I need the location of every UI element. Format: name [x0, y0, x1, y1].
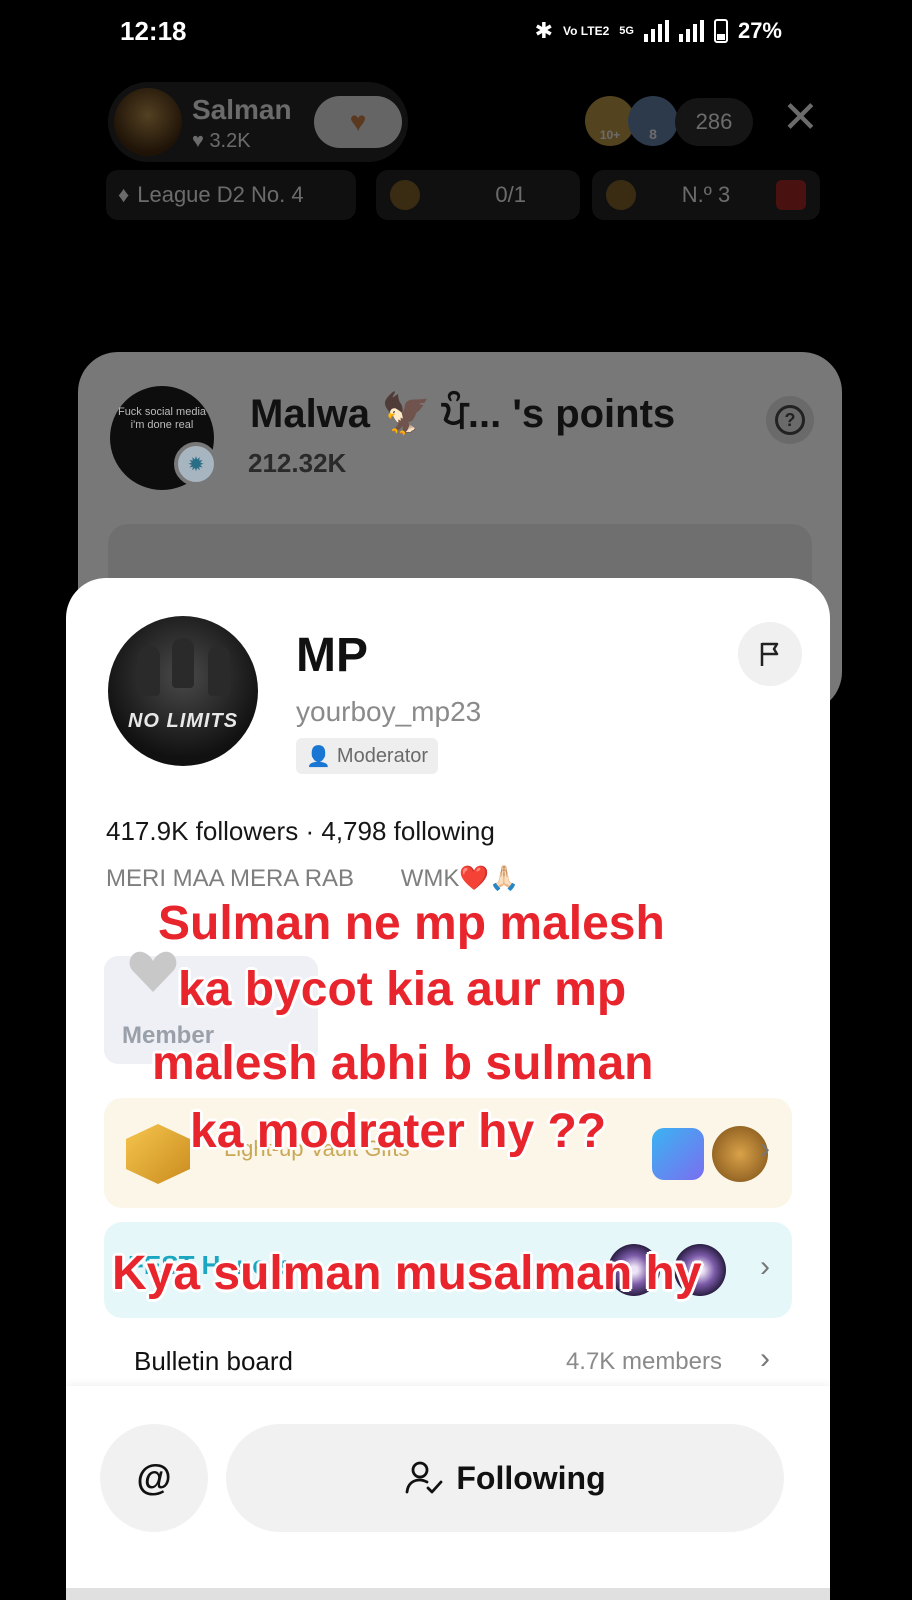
mention-button[interactable]: @	[100, 1424, 208, 1532]
gift-goal-chip[interactable]: 0/1	[376, 170, 580, 220]
flag-icon	[760, 642, 779, 666]
live-header: Salman ♥ 3.2K ♥ 10+ 8 286 ✕ ♦ League D2 …	[0, 70, 912, 230]
status-icons: ✱ Vo LTE2 5G 27%	[535, 18, 782, 44]
avatar-figure	[172, 638, 194, 688]
profile-bio: MERI MAA MERA RAB WMK❤️🙏🏻	[106, 865, 520, 892]
avatar-figure	[138, 646, 160, 696]
bulletin-count: 4.7K members	[565, 1348, 722, 1375]
overlay-caption-line: malesh abhi b sulman	[152, 1037, 654, 1090]
bluetooth-icon: ✱	[534, 18, 554, 43]
overlay-caption-line: Kya sulman musalman hy	[112, 1247, 702, 1300]
moderator-badge: 👤 Moderator	[296, 738, 439, 774]
vault-cube-icon	[126, 1124, 190, 1184]
network-type: 5G	[619, 25, 634, 37]
following-button[interactable]: Following	[226, 1424, 784, 1532]
volte-indicator: Vo LTE2	[563, 24, 610, 38]
follow-heart-button[interactable]: ♥	[314, 96, 402, 148]
overlay-caption-line: ka modrater hy ??	[190, 1105, 607, 1158]
gear-badge-icon: ✹	[174, 442, 218, 486]
diamond-icon: ♦	[118, 182, 130, 207]
host-info[interactable]: Salman ♥ 3.2K ♥	[108, 82, 408, 162]
top-viewer-avatar-2[interactable]: 8	[628, 96, 678, 146]
following-label: Following	[456, 1459, 606, 1496]
bulletin-label: Bulletin board	[134, 1346, 293, 1376]
avatar-figure	[208, 646, 230, 696]
viewer-count[interactable]: 286	[675, 98, 753, 146]
treasure-icon	[775, 180, 806, 210]
following-count[interactable]: 4,798 following	[321, 816, 494, 846]
chevron-right-icon: ›	[760, 1342, 770, 1375]
overlay-caption-line: Sulman ne mp malesh	[158, 897, 665, 950]
chevron-right-icon: ›	[760, 1132, 770, 1165]
rank-label: N.º 3	[681, 182, 731, 207]
league-chip[interactable]: ♦ League D2 No. 4	[106, 170, 356, 220]
gift-progress: 0/1	[495, 182, 526, 207]
overlay-caption-line: ka bycot kia aur mp	[178, 963, 627, 1016]
stats-separator: ·	[305, 816, 322, 846]
profile-handle: yourboy_mp23	[296, 696, 482, 727]
points-value: 212.32K	[248, 448, 347, 478]
status-time: 12:18	[120, 16, 187, 46]
followers-count[interactable]: 417.9K followers	[106, 816, 298, 846]
home-indicator-strip	[66, 1588, 830, 1600]
lion-gift-icon	[390, 180, 420, 210]
signal-icon-2	[678, 20, 704, 42]
action-bar: @ Following	[66, 1386, 830, 1600]
host-avatar[interactable]	[114, 88, 182, 156]
host-name: Salman	[192, 94, 292, 125]
battery-percent: 27%	[737, 18, 782, 43]
moderator-icon: 👤	[306, 745, 331, 768]
avatar-text: NO LIMITS	[127, 710, 239, 732]
close-icon[interactable]: ✕	[782, 94, 819, 142]
user-check-icon	[405, 1461, 443, 1494]
league-label: League D2 No. 4	[137, 182, 304, 207]
report-button[interactable]	[738, 622, 802, 686]
status-bar: 12:18 ✱ Vo LTE2 5G 27%	[0, 0, 912, 70]
points-title: Malwa 🦅 ਪੰ... 's points	[250, 392, 676, 436]
tiktok-gift-icon	[652, 1128, 704, 1180]
profile-name: MP	[296, 629, 368, 682]
points-avatar-text: Fuck social media i'm done real	[117, 406, 207, 431]
heart-icon	[129, 951, 177, 992]
help-icon[interactable]: ?	[766, 396, 814, 444]
profile-avatar[interactable]: NO LIMITS	[108, 616, 258, 766]
battery-icon	[713, 19, 728, 43]
host-likes: ♥ 3.2K	[192, 130, 251, 152]
host-likes-value: 3.2K	[209, 130, 251, 152]
rank-chip[interactable]: N.º 3	[592, 170, 820, 220]
signal-icon	[643, 20, 669, 42]
moderator-label: Moderator	[336, 744, 429, 767]
rank-avatar-icon	[606, 180, 636, 210]
chevron-right-icon: ›	[760, 1250, 770, 1283]
follow-stats: 417.9K followers · 4,798 following	[106, 816, 495, 847]
